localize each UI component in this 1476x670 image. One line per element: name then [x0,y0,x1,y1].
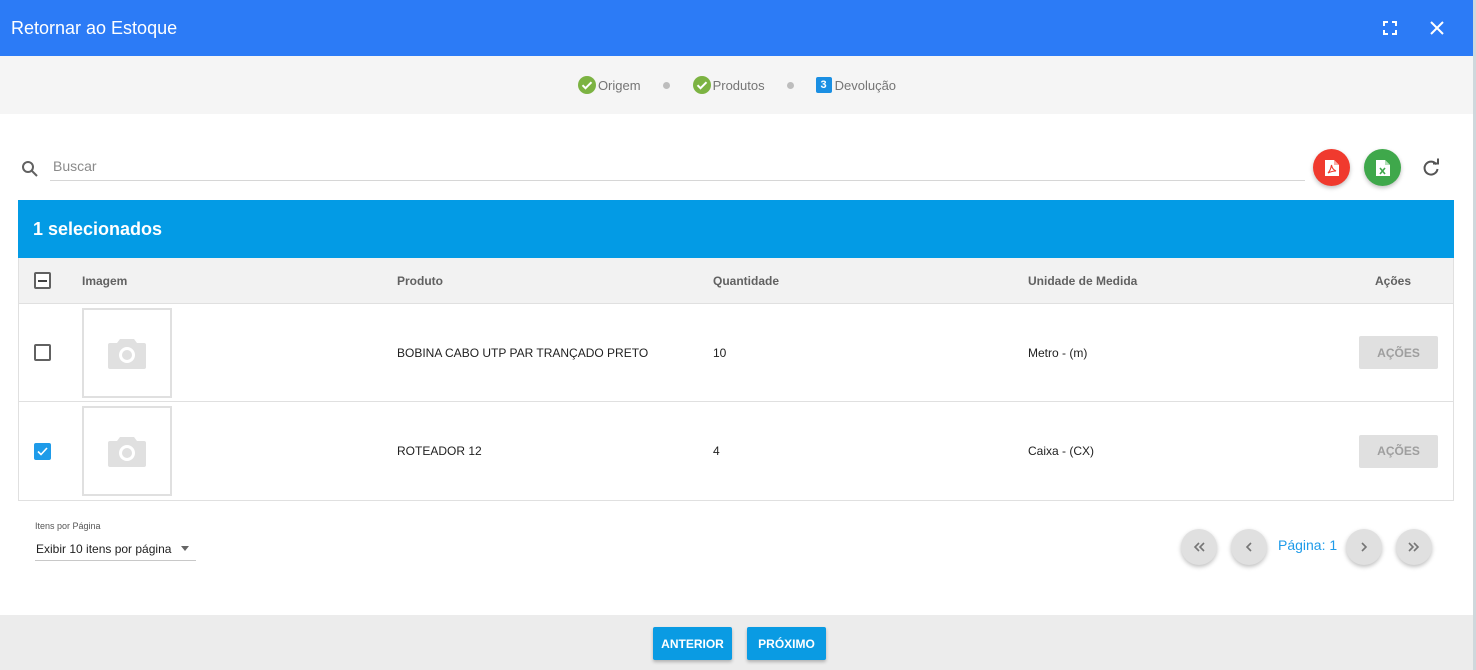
header-product: Produto [397,273,443,288]
header-actions: Ações [1375,273,1412,288]
product-quantity: 4 [713,444,720,458]
selection-bar: 1 selecionados [18,200,1454,258]
camera-icon [108,437,146,467]
caret-down-icon [181,546,189,551]
product-image-placeholder [82,406,172,496]
product-name: BOBINA CABO UTP PAR TRANÇADO PRETO [397,345,649,360]
fullscreen-icon[interactable] [1376,14,1404,42]
table-row: BOBINA CABO UTP PAR TRANÇADO PRETO 10 Me… [19,304,1453,402]
search-input[interactable] [50,152,1305,181]
items-per-page-label: Itens por Página [35,521,101,531]
export-pdf-button[interactable] [1313,149,1350,186]
chevron-right-icon [1361,542,1368,552]
step-separator [662,81,670,89]
product-name: ROTEADOR 12 [397,444,482,458]
step-devolucao[interactable]: 3 Devolução [815,77,897,93]
search-icon [22,161,38,177]
dialog-footer: ANTERIOR PRÓXIMO [0,615,1473,670]
step-produtos[interactable]: Produtos [692,75,765,95]
table-row: ROTEADOR 12 4 Caixa - (CX) AÇÕES [19,402,1453,500]
items-per-page-select[interactable]: Exibir 10 itens por página [35,537,196,561]
stepper: Origem Produtos 3 Devolução [0,56,1473,114]
excel-file-icon [1375,159,1390,176]
close-icon[interactable] [1423,14,1451,42]
row-checkbox[interactable] [34,344,51,361]
check-circle-icon [692,76,711,94]
next-page-button[interactable] [1346,529,1382,565]
first-page-button[interactable] [1181,529,1217,565]
next-button[interactable]: PRÓXIMO [747,627,826,660]
select-all-checkbox[interactable] [34,272,51,289]
selection-count: 1 selecionados [33,218,163,239]
refresh-icon[interactable] [1420,157,1442,179]
check-circle-icon [577,76,596,94]
double-chevron-left-icon [1193,542,1205,552]
header-quantity: Quantidade [713,273,780,288]
previous-button[interactable]: ANTERIOR [653,627,732,660]
header-unit: Unidade de Medida [1028,273,1138,288]
step-label: Origem [597,77,641,93]
table-header: Imagem Produto Quantidade Unidade de Med… [19,258,1453,304]
items-per-page-value: Exibir 10 itens por página [36,541,172,556]
product-image-placeholder [82,307,172,398]
camera-icon [108,338,146,369]
actions-button[interactable]: AÇÕES [1359,434,1438,468]
search-toolbar [18,148,1454,188]
product-unit: Metro - (m) [1028,345,1088,360]
export-excel-button[interactable] [1364,149,1401,186]
actions-button[interactable]: AÇÕES [1359,336,1438,369]
pdf-file-icon [1324,159,1339,176]
previous-page-button[interactable] [1231,529,1267,565]
product-quantity: 10 [713,345,727,360]
row-checkbox[interactable] [34,442,51,460]
double-chevron-right-icon [1408,542,1420,552]
products-table: Imagem Produto Quantidade Unidade de Med… [18,258,1454,501]
last-page-button[interactable] [1396,529,1432,565]
dialog-title: Retornar ao Estoque [11,17,178,38]
dialog-header: Retornar ao Estoque [0,0,1473,56]
header-image: Imagem [82,273,128,288]
step-number: 3 [815,77,832,93]
step-origem[interactable]: Origem [577,75,641,95]
page-indicator: Página: 1 [1278,537,1338,553]
check-icon [37,446,48,456]
chevron-left-icon [1245,542,1252,552]
product-unit: Caixa - (CX) [1028,444,1095,458]
step-label: Produtos [712,77,765,93]
step-separator [786,81,794,89]
step-label: Devolução [834,77,897,93]
